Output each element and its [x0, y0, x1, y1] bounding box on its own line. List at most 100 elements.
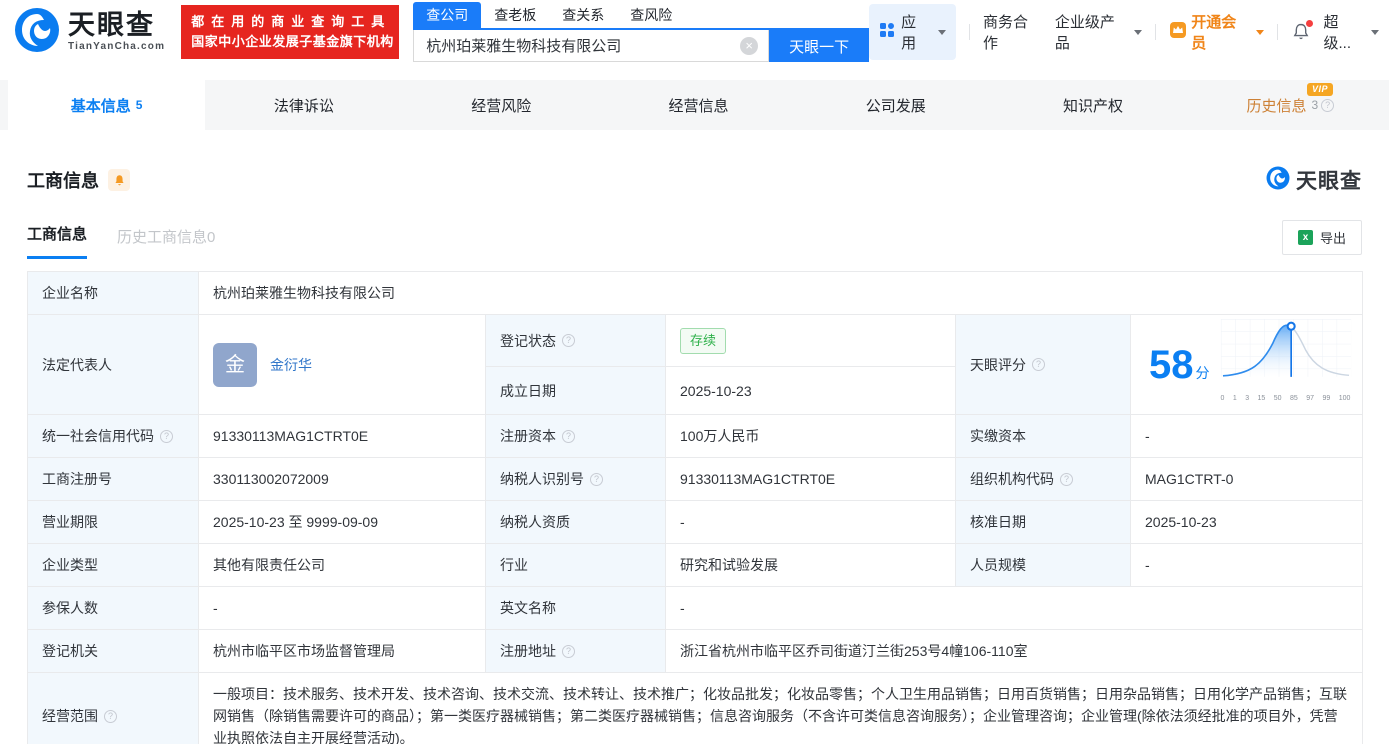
- notification-bell[interactable]: [1291, 20, 1313, 42]
- watermark-logo: 天眼查: [1266, 165, 1362, 195]
- tianyancha-logo[interactable]: 天眼查 TianYanCha.com: [14, 7, 165, 58]
- table-row: 企业名称 杭州珀莱雅生物科技有限公司: [27, 271, 1364, 315]
- avatar[interactable]: 金: [213, 342, 257, 387]
- account-menu[interactable]: 超级...: [1324, 11, 1379, 53]
- field-label: 统一社会信用代码: [27, 414, 199, 458]
- help-icon[interactable]: [1321, 98, 1335, 112]
- reg-address-value: 浙江省杭州市临平区乔司街道汀兰街253号4幢106-110室: [664, 629, 1364, 673]
- field-label: 参保人数: [27, 586, 199, 630]
- tab-label: 经营信息: [668, 97, 729, 115]
- field-label-text: 经营范围: [42, 708, 98, 724]
- tab-label: 法律诉讼: [273, 97, 334, 115]
- divider: [968, 24, 970, 40]
- search-tab-risk[interactable]: 查风险: [617, 2, 685, 28]
- company-nav-tabs: 基本信息 5 法律诉讼 经营风险 经营信息 公司发展 知识产权 VIP 历史信息…: [0, 80, 1389, 130]
- insured-count-value: -: [198, 586, 486, 630]
- tab-label: 历史信息: [1246, 97, 1307, 115]
- search-tabs: 查公司 查老板 查关系 查风险: [413, 2, 869, 28]
- score-distribution-chart[interactable]: 0 1 3 15 50 85 97 99 100: [1220, 319, 1352, 410]
- search-tab-boss[interactable]: 查老板: [481, 2, 549, 28]
- help-icon[interactable]: [562, 644, 575, 658]
- table-row: 工商注册号 330113002072009 纳税人识别号 91330113MAG…: [27, 457, 1364, 501]
- search-input[interactable]: [414, 37, 741, 54]
- subtab-business-info[interactable]: 工商信息: [27, 223, 88, 259]
- tab-company-development[interactable]: 公司发展: [797, 80, 994, 130]
- field-label-text: 纳税人识别号: [500, 471, 584, 487]
- vip-badge: VIP: [1306, 83, 1333, 96]
- paid-capital-value: -: [1129, 414, 1364, 458]
- business-scope-value: 一般项目：技术服务、技术开发、技术咨询、技术交流、技术转让、技术推广；化妆品批发…: [197, 672, 1364, 744]
- apps-label: 应用: [901, 14, 917, 52]
- tab-history-info[interactable]: VIP 历史信息 3: [1192, 80, 1389, 130]
- company-type-value: 其他有限责任公司: [198, 543, 486, 587]
- divider: [1155, 24, 1157, 40]
- help-icon[interactable]: [160, 429, 173, 443]
- search-tab-relation[interactable]: 查关系: [549, 2, 617, 28]
- field-label-text: 组织机构代码: [970, 471, 1054, 487]
- field-label: 纳税人资质: [485, 500, 666, 544]
- field-label: 天眼评分: [955, 314, 1131, 415]
- field-label: 企业名称: [27, 271, 199, 315]
- help-icon[interactable]: [1060, 472, 1073, 486]
- notification-dot: [1305, 20, 1313, 27]
- table-row: 法定代表人 金 金衍华 登记状态 存续 天眼评分: [27, 313, 1364, 415]
- help-icon[interactable]: [590, 472, 603, 486]
- tab-business-info[interactable]: 经营信息: [600, 80, 797, 130]
- subtab-row: 工商信息 历史工商信息0 x 导出: [27, 220, 1362, 259]
- table-row: 统一社会信用代码 91330113MAG1CTRT0E 注册资本 100万人民币…: [27, 414, 1364, 458]
- brand-domain: TianYanCha.com: [68, 41, 166, 52]
- search-button[interactable]: 天眼一下: [769, 30, 870, 62]
- search-row: × 天眼一下: [413, 28, 870, 62]
- score-cell: 58 分 0 1 3 15 50 85 97 99 100: [1129, 314, 1364, 415]
- tab-label: 公司发展: [865, 97, 926, 115]
- field-label-text: 登记状态: [500, 332, 556, 349]
- promo-banner-line1: 都在用的商业查询工具: [191, 13, 392, 29]
- field-label: 英文名称: [485, 586, 666, 630]
- promo-banner-line2: 国家中小企业发展子基金旗下机构: [191, 34, 394, 49]
- tab-basic-info[interactable]: 基本信息 5: [8, 80, 206, 130]
- legal-rep-link[interactable]: 金衍华: [270, 354, 312, 376]
- score-unit: 分: [1195, 364, 1210, 381]
- field-label: 纳税人识别号: [485, 457, 666, 501]
- chevron-down-icon: [937, 29, 946, 35]
- table-row: 登记机关 杭州市临平区市场监督管理局 注册地址 浙江省杭州市临平区乔司街道汀兰街…: [27, 629, 1364, 673]
- subtab-history-business-info[interactable]: 历史工商信息0: [117, 226, 215, 259]
- clear-icon[interactable]: ×: [740, 36, 759, 55]
- export-button[interactable]: x 导出: [1281, 220, 1362, 255]
- reg-status-value: 存续: [665, 313, 956, 368]
- promo-banner: 都在用的商业查询工具 国家中小企业发展子基金旗下机构: [181, 4, 400, 60]
- field-label: 实缴资本: [955, 414, 1131, 458]
- field-label: 人员规模: [955, 543, 1131, 587]
- help-icon[interactable]: [1032, 358, 1045, 371]
- table-row: 经营范围 一般项目：技术服务、技术开发、技术咨询、技术交流、技术转让、技术推广；…: [27, 672, 1364, 744]
- open-vip-link[interactable]: 开通会员: [1169, 11, 1264, 53]
- apps-menu[interactable]: 应用: [869, 4, 956, 60]
- tab-intellectual-property[interactable]: 知识产权: [994, 80, 1191, 130]
- field-label-text: 天眼评分: [970, 356, 1026, 373]
- crown-icon: [1169, 21, 1187, 43]
- chevron-down-icon: [1134, 29, 1143, 35]
- enterprise-products-link[interactable]: 企业级产品: [1055, 11, 1143, 53]
- search-tab-company[interactable]: 查公司: [413, 2, 482, 28]
- watermark-text: 天眼查: [1296, 170, 1362, 193]
- help-icon[interactable]: [562, 429, 575, 443]
- field-label-text: 注册地址: [500, 643, 556, 659]
- table-row: 营业期限 2025-10-23 至 9999-09-09 纳税人资质 - 核准日…: [27, 500, 1364, 544]
- tab-legal-litigation[interactable]: 法律诉讼: [205, 80, 402, 130]
- field-label-text: 统一社会信用代码: [42, 428, 154, 444]
- approval-date-value: 2025-10-23: [1129, 500, 1364, 544]
- field-label: 经营范围: [27, 672, 199, 744]
- table-row: 参保人数 - 英文名称 -: [27, 586, 1364, 630]
- account-label: 超级...: [1323, 14, 1352, 52]
- tab-operating-risk[interactable]: 经营风险: [403, 80, 600, 130]
- field-label: 登记机关: [27, 629, 199, 673]
- subscribe-bell-icon[interactable]: [108, 169, 130, 191]
- field-label: 登记状态: [485, 313, 666, 368]
- help-icon[interactable]: [104, 709, 117, 723]
- help-icon[interactable]: [562, 334, 575, 348]
- cooperation-link[interactable]: 商务合作: [983, 11, 1042, 53]
- taxpayer-quality-value: -: [665, 500, 956, 544]
- chart-x-ticks: 0 1 3 15 50 85 97 99 100: [1220, 395, 1351, 402]
- tab-label: 经营风险: [471, 97, 532, 115]
- score-value: 58 分: [1149, 345, 1210, 385]
